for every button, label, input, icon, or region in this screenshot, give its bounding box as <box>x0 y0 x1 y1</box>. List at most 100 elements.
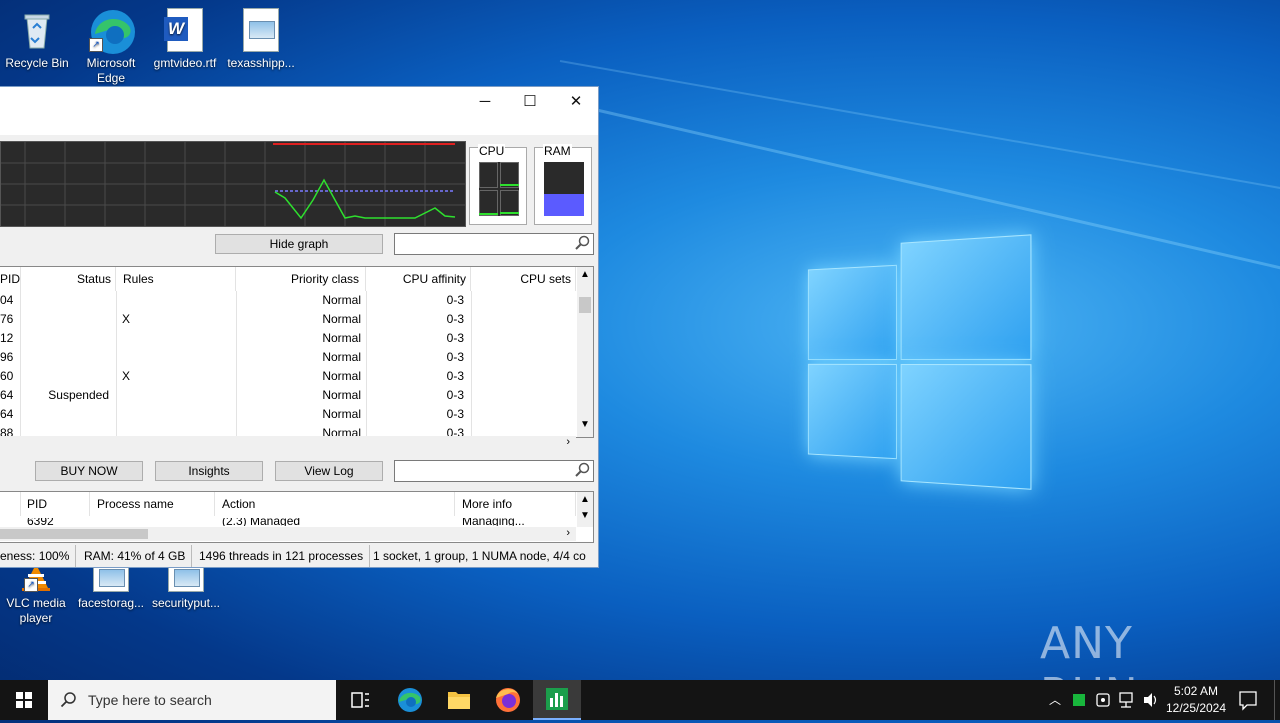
status-responsiveness: eness: 100% <box>0 545 77 567</box>
log-column-header-action[interactable]: Action <box>216 492 455 516</box>
action-center-button[interactable] <box>1236 680 1260 720</box>
table-row[interactable]: 12 Normal 0-3 <box>0 329 576 348</box>
taskbar-file-explorer-button[interactable] <box>435 680 483 720</box>
column-header-priority-class[interactable]: Priority class <box>237 267 366 291</box>
priority-cell: Normal <box>322 331 361 345</box>
taskbar-search-placeholder: Type here to search <box>88 692 212 708</box>
tray-app-icon[interactable] <box>1094 680 1112 720</box>
table-row[interactable]: 64 Normal 0-3 <box>0 405 576 424</box>
notification-icon <box>1239 691 1257 711</box>
column-header-status[interactable]: Status <box>21 267 116 291</box>
edge-icon <box>398 688 422 712</box>
task-view-button[interactable] <box>336 680 384 720</box>
recycle-bin-icon <box>15 8 59 52</box>
network-icon[interactable] <box>1118 680 1136 720</box>
view-log-button[interactable]: View Log <box>275 461 383 481</box>
log-more-info-cell: Managing... <box>462 518 525 526</box>
clock[interactable]: 5:02 AM 12/25/2024 <box>1164 680 1228 720</box>
title-bar[interactable]: ─ ☐ ✕ <box>0 87 598 135</box>
close-button[interactable]: ✕ <box>553 87 599 117</box>
taskbar-process-lasso-button[interactable] <box>533 680 581 720</box>
scroll-thumb[interactable] <box>579 297 591 313</box>
image-file-icon <box>239 8 283 52</box>
log-column-header-pid[interactable]: PID <box>21 492 90 516</box>
action-log-table[interactable]: PID Process name Action More info 6392 (… <box>0 491 594 543</box>
desktop-icon-edge[interactable]: ↗ Microsoft Edge <box>76 8 146 86</box>
affinity-cell: 0-3 <box>446 407 464 421</box>
ram-meter: RAM <box>534 144 592 225</box>
anyrun-watermark: ANY RUN <box>1040 618 1138 720</box>
desktop-icon-gmtvideo[interactable]: W gmtvideo.rtf <box>150 8 220 71</box>
maximize-button[interactable]: ☐ <box>507 87 553 117</box>
log-column-header-more-info[interactable]: More info <box>456 492 576 516</box>
ram-usage-bar <box>544 162 584 216</box>
taskbar-search-box[interactable]: Type here to search <box>48 680 336 720</box>
process-table-vscrollbar[interactable]: ▲ ▼ <box>577 267 593 437</box>
desktop-icon-texasshipp[interactable]: texasshipp... <box>226 8 296 71</box>
rules-cell: X <box>122 312 131 326</box>
shortcut-arrow-icon: ↗ <box>89 38 103 52</box>
cpu-meter: CPU <box>469 144 527 225</box>
affinity-cell: 0-3 <box>446 369 464 383</box>
process-search-input[interactable] <box>394 233 594 255</box>
insights-button[interactable]: Insights <box>155 461 263 481</box>
table-row[interactable]: 76 X Normal 0-3 <box>0 310 576 329</box>
scroll-right-icon[interactable]: › <box>566 527 570 539</box>
scroll-right-icon[interactable]: › <box>566 436 570 448</box>
rules-cell: X <box>122 369 131 383</box>
column-header-pid[interactable]: PID <box>0 267 21 291</box>
show-hidden-icons-chevron-icon[interactable]: ︿ <box>1046 680 1064 720</box>
process-lasso-tray-icon[interactable] <box>1072 680 1086 720</box>
table-row[interactable]: 64 Suspended Normal 0-3 <box>0 386 576 405</box>
process-table-hscrollbar[interactable]: › <box>0 436 576 450</box>
cpu-history-graph <box>0 141 466 227</box>
taskbar-firefox-button[interactable] <box>484 680 532 720</box>
scroll-down-icon[interactable]: ▼ <box>580 419 590 430</box>
table-row[interactable]: 04 Normal 0-3 <box>0 291 576 310</box>
desktop-icon-label: facestorag... <box>77 596 145 610</box>
volume-icon[interactable] <box>1142 680 1160 720</box>
column-header-cpu-sets[interactable]: CPU sets <box>472 267 576 291</box>
affinity-cell: 0-3 <box>446 388 464 402</box>
log-hscrollbar[interactable]: › <box>0 527 576 541</box>
log-row[interactable]: 6392 (2.3) Managed Managing... <box>0 518 576 526</box>
status-bar: eness: 100% RAM: 41% of 4 GB 1496 thread… <box>0 545 598 567</box>
column-header-rules[interactable]: Rules <box>117 267 236 291</box>
process-table[interactable]: PID Status Rules Priority class CPU affi… <box>0 266 594 438</box>
process-lasso-window: ─ ☐ ✕ CPU RAM Hide graph PID Status Rule… <box>0 86 599 568</box>
minimize-button[interactable]: ─ <box>462 87 508 117</box>
affinity-cell: 0-3 <box>446 350 464 364</box>
firefox-icon <box>496 688 520 712</box>
priority-cell: Normal <box>322 388 361 402</box>
scroll-thumb[interactable] <box>0 529 148 539</box>
taskbar-edge-button[interactable] <box>386 680 434 720</box>
buy-now-button[interactable]: BUY NOW <box>35 461 143 481</box>
scroll-up-icon[interactable]: ▲ <box>580 269 590 280</box>
process-lasso-icon <box>546 688 568 710</box>
affinity-cell: 0-3 <box>446 331 464 345</box>
start-button[interactable] <box>0 680 48 720</box>
pid-cell: 04 <box>0 293 14 307</box>
log-vscrollbar[interactable]: ▲ ▼ <box>577 492 593 527</box>
desktop-icon-label: VLC media player <box>6 596 66 625</box>
log-search-input[interactable] <box>394 460 594 482</box>
table-row[interactable]: 60 X Normal 0-3 <box>0 367 576 386</box>
scroll-down-icon[interactable]: ▼ <box>580 510 590 521</box>
windows-start-icon <box>16 692 32 708</box>
desktop-icon-facestorag[interactable]: facestorag... <box>76 562 146 611</box>
scroll-up-icon[interactable]: ▲ <box>580 494 590 505</box>
priority-cell: Normal <box>322 312 361 326</box>
show-desktop-button[interactable] <box>1274 680 1275 720</box>
taskbar: Type here to search ︿ 5:02 AM 12/25/2024 <box>0 680 1280 720</box>
affinity-cell: 0-3 <box>446 293 464 307</box>
log-column-header-process-name[interactable]: Process name <box>91 492 215 516</box>
priority-cell: Normal <box>322 369 361 383</box>
desktop-icon-securityput[interactable]: securityput... <box>151 562 221 611</box>
desktop-icon-recycle-bin[interactable]: Recycle Bin <box>2 8 72 71</box>
table-row[interactable]: 96 Normal 0-3 <box>0 348 576 367</box>
desktop-icon-label: gmtvideo.rtf <box>153 56 217 70</box>
column-header-cpu-affinity[interactable]: CPU affinity <box>367 267 471 291</box>
desktop-icon-vlc[interactable]: ↗ VLC media player <box>1 562 71 626</box>
search-icon <box>575 462 591 478</box>
hide-graph-button[interactable]: Hide graph <box>215 234 383 254</box>
